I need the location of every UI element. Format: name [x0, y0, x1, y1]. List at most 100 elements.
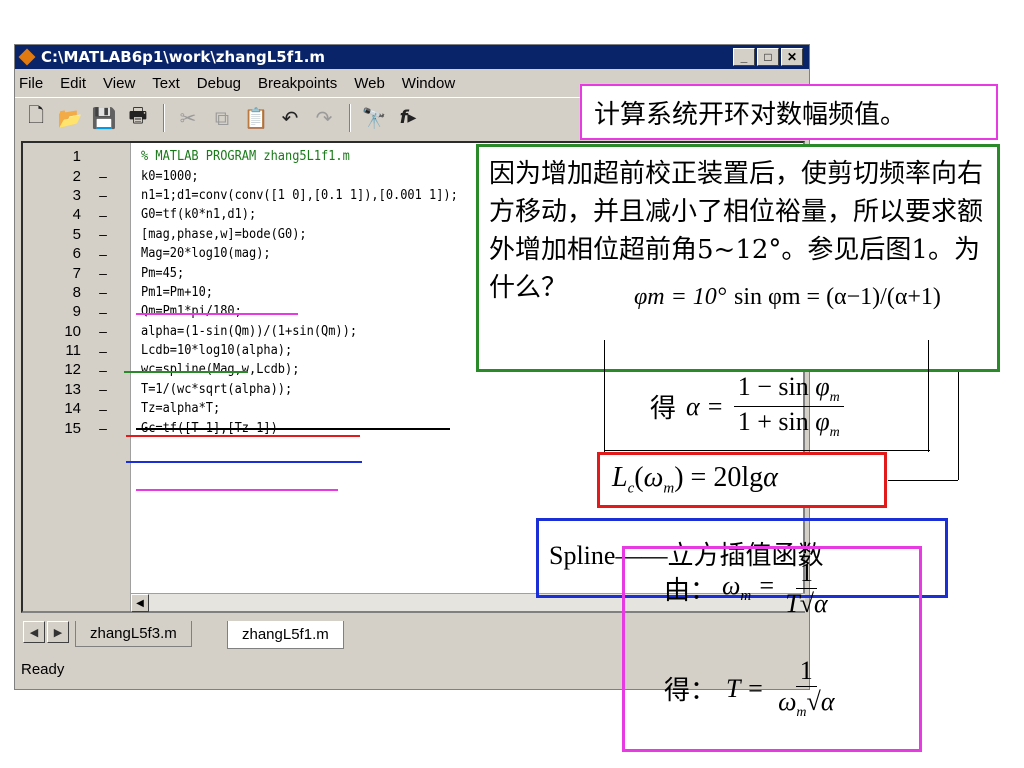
code-text: Qm=Pm1*pi/180; [141, 304, 242, 320]
code-text: G0=tf(k0*n1,d1); [141, 207, 257, 223]
open-folder-icon[interactable]: 📂 [57, 105, 83, 131]
function-icon[interactable]: f▸ [395, 105, 421, 131]
code-text: % MATLAB PROGRAM zhang5L1f1.m [141, 149, 350, 165]
magnitude-note-box: 计算系统开环对数幅频值。 [580, 84, 998, 140]
underline-mag [136, 313, 298, 315]
line-number: 11 [65, 342, 81, 360]
menu-edit[interactable]: Edit [60, 75, 86, 92]
menu-breakpoints[interactable]: Breakpoints [258, 75, 337, 92]
breakpoint-marker[interactable]: – [83, 265, 123, 281]
line-number: 3 [72, 186, 81, 204]
breakpoint-marker[interactable]: – [83, 323, 123, 339]
line-number: 9 [72, 303, 81, 321]
status-bar: Ready [21, 661, 65, 678]
undo-icon[interactable]: ↶ [277, 105, 303, 131]
code-text: Tz=alpha*T; [141, 401, 221, 417]
alpha-prefix: 得 [650, 394, 677, 425]
window-title: C:\MATLAB6p1\work\zhangL5f1.m [41, 48, 326, 66]
menu-file[interactable]: File [19, 75, 43, 92]
copy-icon[interactable]: ⧉ [209, 105, 235, 131]
t-prefix: 得： [664, 676, 717, 707]
maximize-button[interactable]: □ [757, 48, 779, 66]
code-text: Mag=20*log10(mag); [141, 246, 271, 262]
breakpoint-marker[interactable]: – [83, 304, 123, 320]
paste-icon[interactable]: 📋 [243, 105, 269, 131]
redo-icon[interactable]: ↷ [311, 105, 337, 131]
tab-next-icon[interactable]: ▶ [47, 621, 69, 643]
line-number: 4 [72, 206, 81, 224]
minimize-button[interactable]: _ [733, 48, 755, 66]
line-number: 15 [64, 419, 81, 437]
underline-t [136, 489, 338, 491]
breakpoint-marker[interactable]: – [83, 362, 123, 378]
toolbar-separator [349, 103, 351, 132]
code-text: alpha=(1-sin(Qm))/(1+sin(Qm)); [141, 323, 358, 339]
alpha-formula: 得 α = 1 − sin φm 1 + sin φm [650, 372, 844, 441]
save-icon[interactable]: 💾 [91, 105, 117, 131]
tab-prev-icon[interactable]: ◀ [23, 621, 45, 643]
phase-note-formula: φm = 10° [634, 284, 727, 310]
new-file-icon[interactable]: 🗋 [23, 103, 49, 131]
underline-alpha [136, 428, 450, 430]
underline-lcdb [126, 435, 360, 437]
phase-note-box: 因为增加超前校正装置后，使剪切频率向右方移动，并且减小了相位裕量，所以要求额外增… [476, 144, 1000, 372]
breakpoint-marker[interactable]: – [83, 246, 123, 262]
line-number: 2 [72, 167, 81, 185]
underline-pm1 [124, 371, 248, 373]
menu-text[interactable]: Text [152, 75, 180, 92]
lc-formula-box: Lc(ωm) = 20lgα [597, 452, 887, 508]
line-number: 10 [64, 322, 81, 340]
menu-window[interactable]: Window [402, 75, 455, 92]
line-number: 8 [72, 283, 81, 301]
breakpoint-marker[interactable]: – [83, 226, 123, 242]
line-number: 1 [72, 148, 81, 166]
breakpoint-marker[interactable]: – [83, 207, 123, 223]
menu-debug[interactable]: Debug [197, 75, 241, 92]
t-formula: 得： T = 1 ωm√α [664, 656, 835, 721]
line-number: 14 [64, 400, 81, 418]
underline-spline [126, 461, 362, 463]
sin-formula-label: sin φm = (α−1)/(α+1) [734, 284, 941, 310]
code-text: T=1/(wc*sqrt(alpha)); [141, 381, 293, 397]
magnitude-note: 计算系统开环对数幅频值。 [594, 99, 907, 130]
code-text: wc=spline(Mag,w,Lcdb); [141, 362, 300, 378]
print-icon[interactable]: 🖶 [125, 103, 151, 131]
breakpoint-marker[interactable]: – [83, 168, 123, 184]
leader-line [928, 340, 929, 452]
leader-line [888, 480, 958, 481]
code-text: [mag,phase,w]=bode(G0); [141, 226, 307, 242]
leader-line [604, 450, 930, 451]
menu-view[interactable]: View [103, 75, 135, 92]
code-text: n1=1;d1=conv(conv([1 0],[0.1 1]),[0.001 … [141, 187, 458, 203]
breakpoint-marker[interactable]: – [83, 381, 123, 397]
phase-note: 因为增加超前校正装置后，使剪切频率向右方移动，并且减小了相位裕量，所以要求额外增… [489, 159, 984, 303]
menu-web[interactable]: Web [354, 75, 385, 92]
toolbar-separator [163, 103, 165, 132]
title-bar[interactable]: C:\MATLAB6p1\work\zhangL5f1.m _ □ ✕ [15, 45, 809, 69]
breakpoint-marker[interactable]: – [83, 420, 123, 436]
leader-line [958, 372, 959, 480]
breakpoint-marker[interactable]: – [83, 284, 123, 300]
lc-formula: Lc(ωm) = 20lgα [612, 462, 778, 497]
leader-line [604, 340, 605, 452]
line-number: 5 [72, 225, 81, 243]
code-text: k0=1000; [141, 168, 199, 184]
omega-prefix: 由： [664, 576, 717, 606]
matlab-logo-icon [19, 49, 37, 65]
breakpoint-marker[interactable]: – [83, 187, 123, 203]
code-text: Lcdb=10*log10(alpha); [141, 343, 293, 359]
scroll-left-icon[interactable]: ◀ [131, 594, 149, 612]
tab-zhangL5f1[interactable]: zhangL5f1.m [227, 621, 344, 649]
code-text: Pm1=Pm+10; [141, 284, 214, 300]
close-button[interactable]: ✕ [781, 48, 803, 66]
find-icon[interactable]: 🔭 [361, 105, 387, 131]
line-number: 13 [64, 380, 81, 398]
code-text: Pm=45; [141, 265, 185, 281]
breakpoint-marker[interactable]: – [83, 401, 123, 417]
tab-zhangL5f3[interactable]: zhangL5f3.m [75, 621, 192, 647]
window-controls: _ □ ✕ [733, 48, 803, 66]
breakpoint-marker[interactable]: – [83, 343, 123, 359]
omega-formula: 由： ωm = 1 T√α [664, 558, 828, 618]
cut-icon[interactable]: ✂ [175, 105, 201, 131]
line-number: 12 [64, 361, 81, 379]
